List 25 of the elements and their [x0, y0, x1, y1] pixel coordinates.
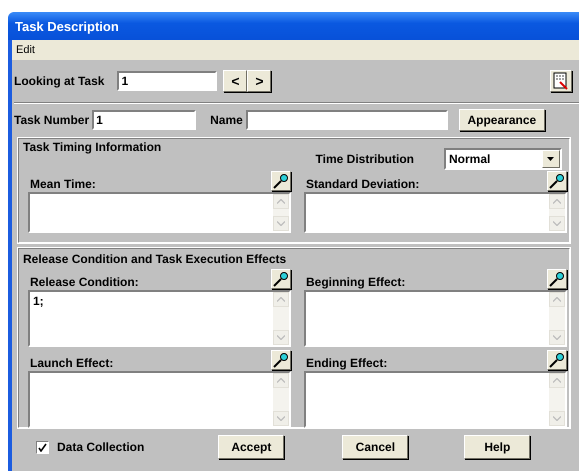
text-area[interactable]: 1;: [28, 290, 291, 347]
distribution-dropdown[interactable]: Normal: [444, 148, 562, 170]
group-title: Release Condition and Task Execution Effects: [23, 252, 286, 266]
field-label: Time Distribution: [316, 152, 414, 166]
task-number-field[interactable]: 1: [92, 110, 196, 130]
dialog-button[interactable]: Accept: [218, 435, 284, 459]
field-label: Mean Time:: [29, 177, 96, 191]
dialog-button[interactable]: Help: [464, 435, 530, 459]
checkbox-label: Data Collection: [57, 440, 144, 454]
field-label: Looking at Task: [14, 74, 104, 88]
field-label: Ending Effect:: [305, 356, 388, 370]
field-label: Task Number: [14, 113, 90, 127]
field-label: Name: [210, 113, 243, 127]
next-button[interactable]: >: [247, 70, 272, 92]
appearance-button[interactable]: Appearance: [458, 109, 545, 131]
field-label: Standard Deviation:: [305, 177, 420, 191]
field-label: Launch Effect:: [29, 356, 114, 370]
window-title: Task Description: [15, 18, 119, 34]
menu-item[interactable]: Edit: [14, 44, 37, 56]
previous-button[interactable]: <: [223, 70, 248, 92]
task-input-field[interactable]: 1: [117, 71, 218, 91]
group-title: Task Timing Information: [23, 140, 162, 156]
dialog-button[interactable]: Cancel: [342, 435, 408, 459]
field-label: Release Condition:: [29, 275, 139, 289]
field-label: Beginning Effect:: [305, 275, 406, 289]
